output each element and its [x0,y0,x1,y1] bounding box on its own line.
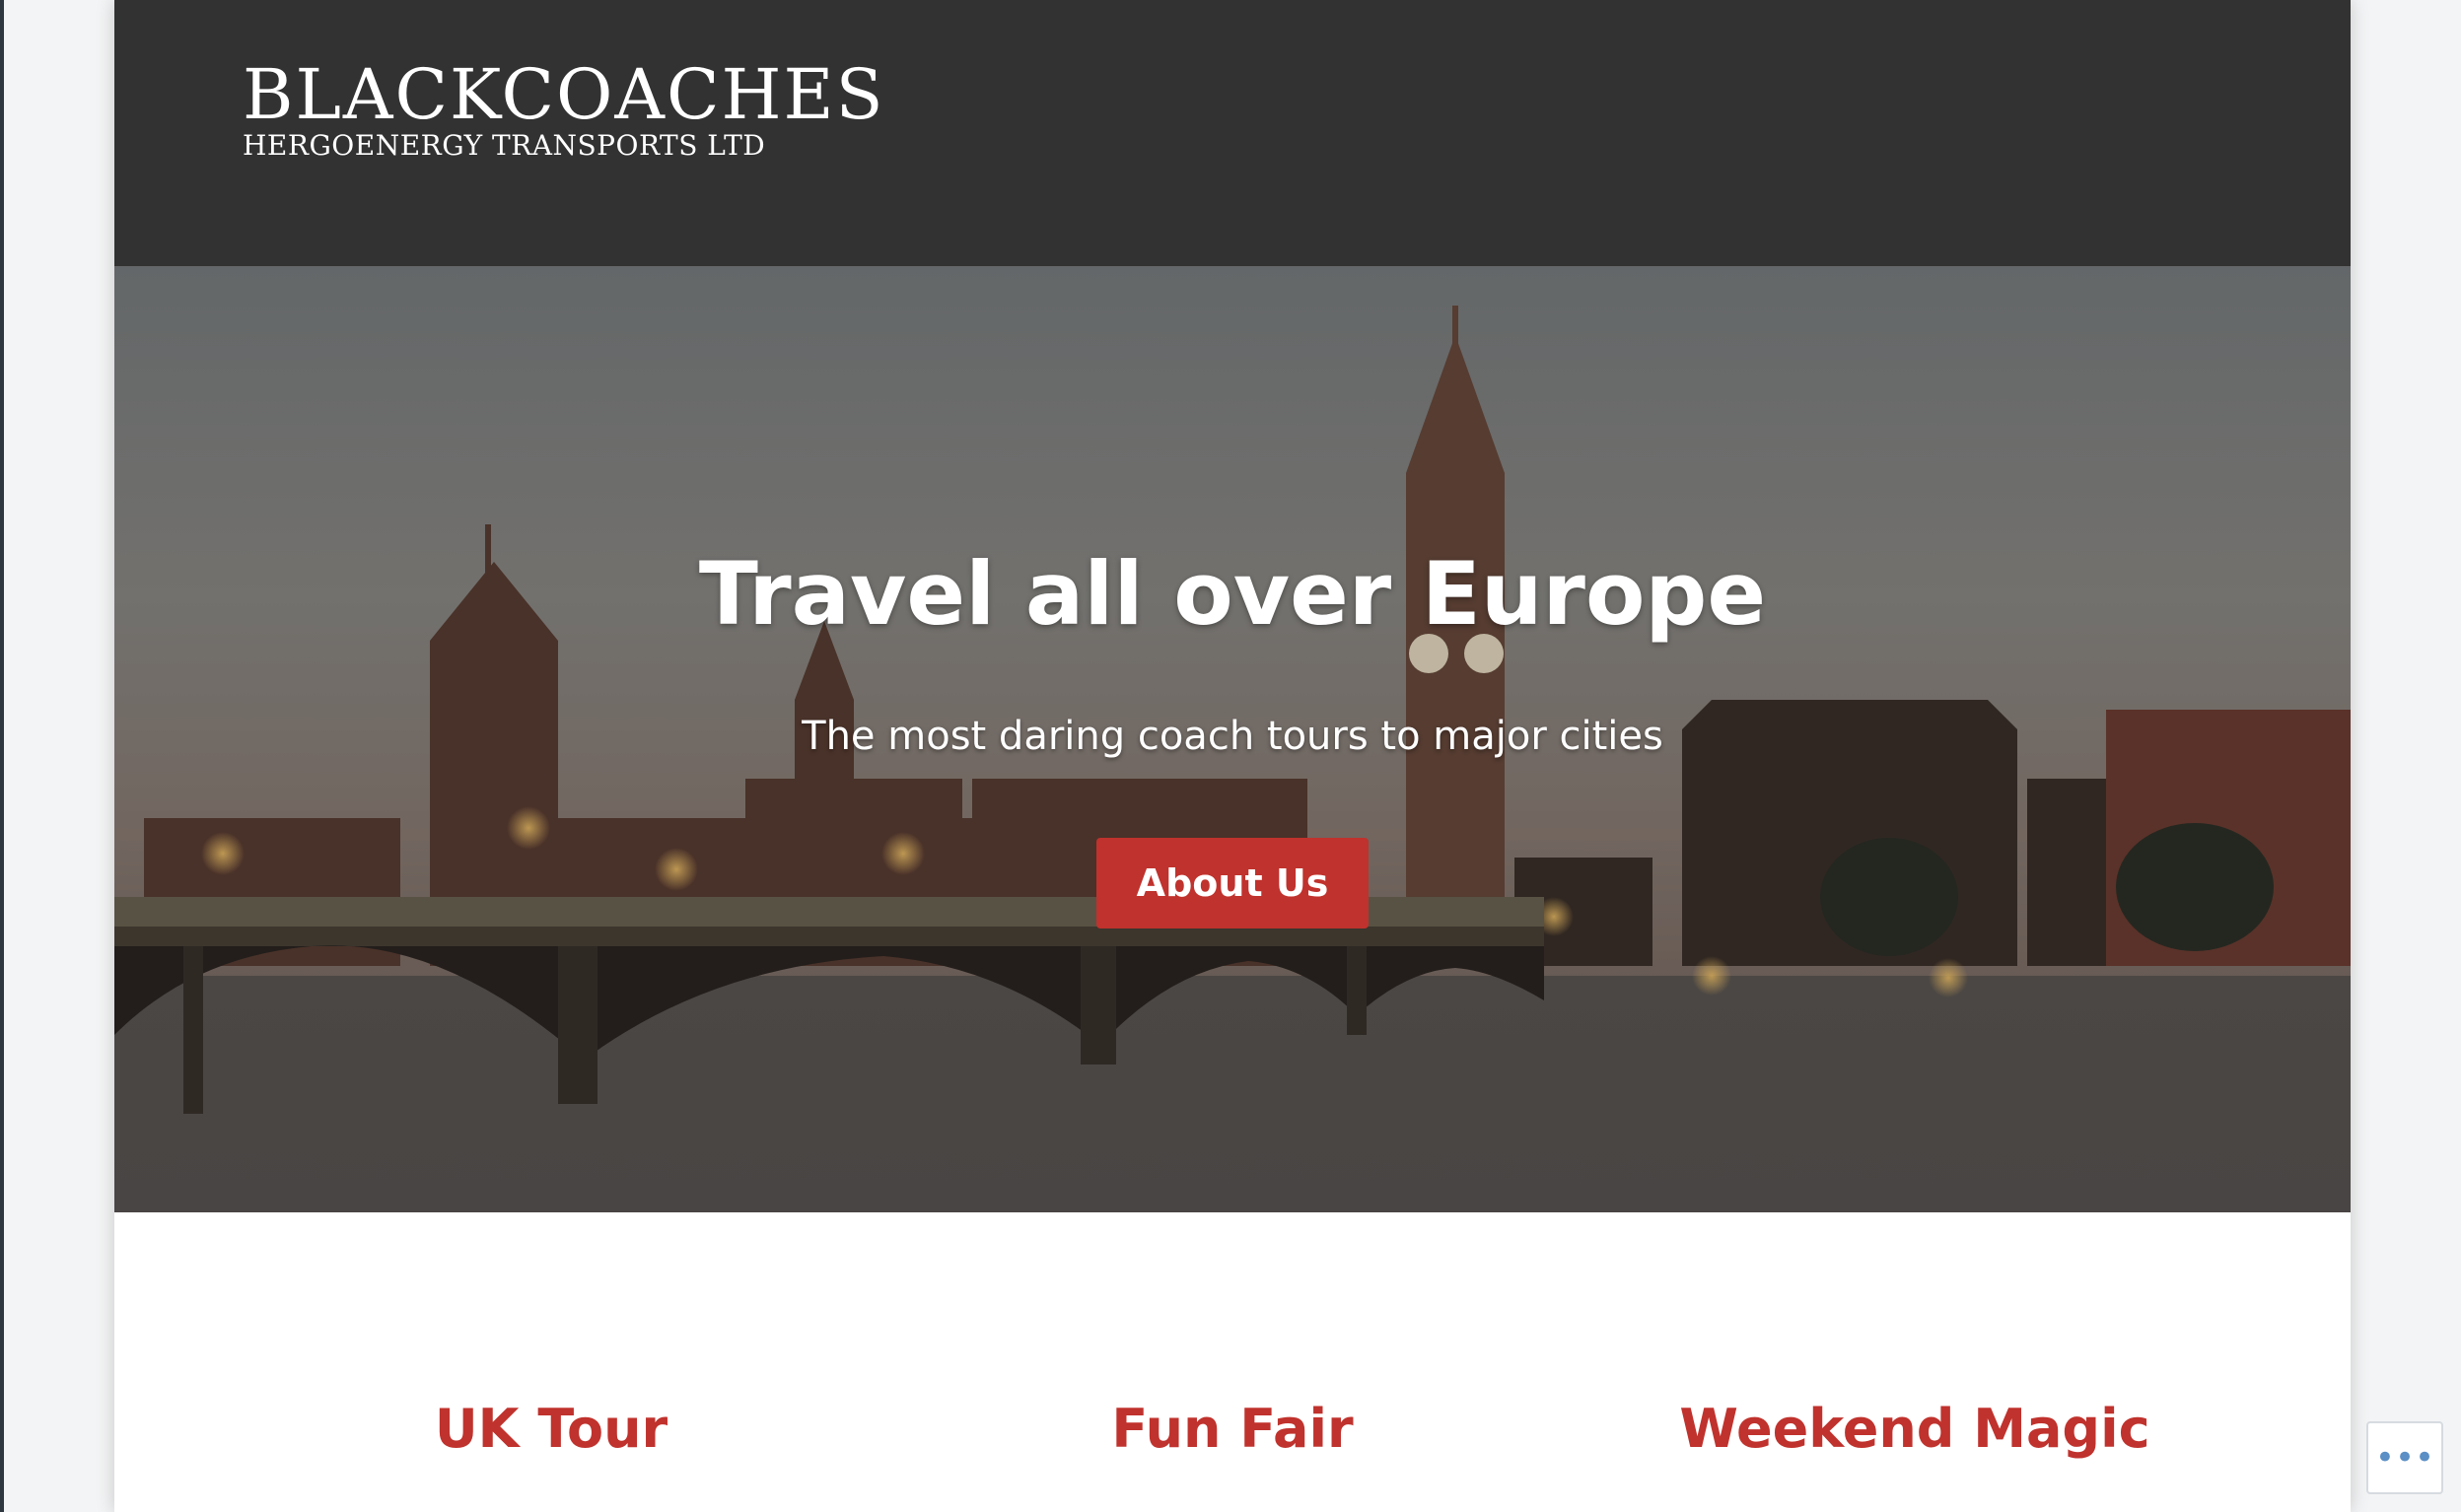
feature-title-uk-tour[interactable]: UK Tour [206,1395,896,1464]
feature-title-weekend-magic[interactable]: Weekend Magic [1570,1395,2260,1464]
site-header: BLACKCOACHES HERGOENERGY TRANSPORTS LTD [114,0,2351,266]
features-section: UK Tour Fun Fair Weekend Magic [114,1212,2351,1512]
logo-title: BLACKCOACHES [243,54,885,135]
site-logo[interactable]: BLACKCOACHES HERGOENERGY TRANSPORTS LTD [243,57,885,162]
hero-banner: Travel all over Europe The most daring c… [114,266,2351,1212]
window-edge [0,0,4,1512]
hero-title: Travel all over Europe [698,543,1767,645]
more-options-button[interactable]: ••• [2366,1421,2443,1494]
page-container: BLACKCOACHES HERGOENERGY TRANSPORTS LTD [114,0,2351,1512]
ellipsis-icon: ••• [2374,1438,2435,1478]
feature-title-fun-fair[interactable]: Fun Fair [887,1395,1578,1464]
about-us-button[interactable]: About Us [1096,838,1369,928]
hero-subtitle: The most daring coach tours to major cit… [802,714,1663,759]
